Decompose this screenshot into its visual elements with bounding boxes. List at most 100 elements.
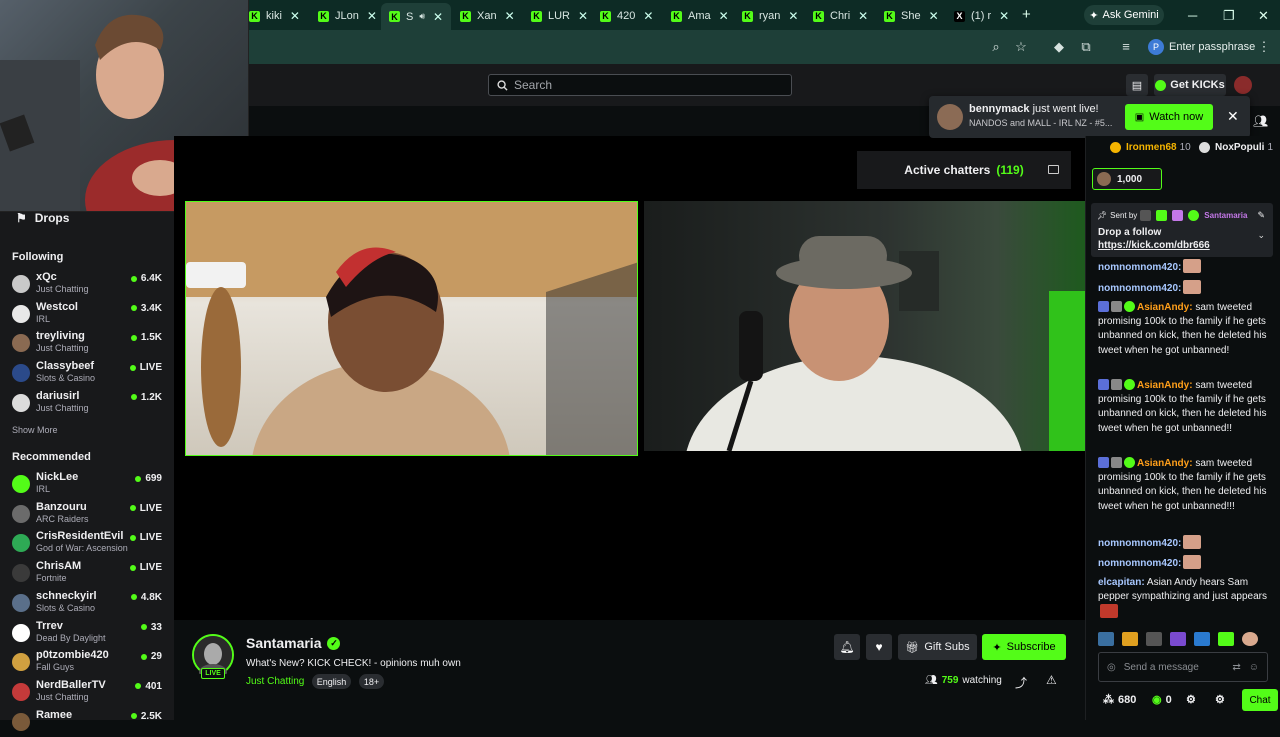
chat-username[interactable]: nomnomnom420: xyxy=(1098,262,1181,273)
top-gifter-2[interactable]: NoxPopuli 1 xyxy=(1199,142,1273,153)
gift-subs-button[interactable]: 🎁︎ Gift Subs xyxy=(898,634,977,660)
browser-tab[interactable]: K JLon ✕ xyxy=(318,5,377,27)
browser-tab[interactable]: K LUR ✕ xyxy=(531,5,588,27)
browser-tab[interactable]: K Ama ✕ xyxy=(671,5,729,27)
pinned-link[interactable]: https://kick.com/dbr666 xyxy=(1098,240,1210,251)
sidebar-channel[interactable]: treyliving Just Chatting 1.5K xyxy=(12,330,162,358)
close-window-button[interactable]: ✕ xyxy=(1258,8,1269,24)
sidebar-channel[interactable]: Westcol IRL 3.4K xyxy=(12,301,162,329)
close-tab-icon[interactable]: ✕ xyxy=(578,9,588,23)
sidebar-channel[interactable]: ChrisAM Fortnite LIVE xyxy=(12,560,162,588)
store-button[interactable]: ▤ xyxy=(1126,74,1148,96)
close-tab-icon[interactable]: ✕ xyxy=(858,9,868,23)
streamer-name[interactable]: Santamaria ✓ xyxy=(246,635,341,651)
minimize-window-button[interactable]: ─ xyxy=(1188,8,1197,23)
bookmark-star-icon[interactable]: ☆ xyxy=(1013,39,1029,55)
follow-heart-button[interactable]: ♥ xyxy=(866,634,892,660)
sidebar-channel[interactable]: NerdBallerTV Just Chatting 401 xyxy=(12,679,162,707)
emote-icon[interactable] xyxy=(1146,632,1162,646)
emote-icon[interactable] xyxy=(1170,632,1186,646)
chat-settings-gear[interactable]: ⚙ xyxy=(1186,693,1196,706)
chat-username[interactable]: AsianAndy: xyxy=(1137,302,1193,313)
close-notification-icon[interactable]: ✕ xyxy=(1227,108,1239,125)
sidebar-channel[interactable]: Banzouru ARC Raiders LIVE xyxy=(12,501,162,529)
sidebar-channel[interactable]: Ramee 2.5K xyxy=(12,709,162,737)
browser-tab[interactable]: K Chri ✕ xyxy=(813,5,868,27)
kicks-gift-pill[interactable]: 1,000 xyxy=(1092,168,1162,190)
browser-menu-icon[interactable]: ⋮ xyxy=(1256,39,1272,55)
show-more-link[interactable]: Show More xyxy=(12,425,58,435)
chat-username[interactable]: nomnomnom420: xyxy=(1098,558,1181,569)
chat-username[interactable]: elcapitan: xyxy=(1098,577,1145,588)
passphrase-button[interactable]: P Enter passphrase xyxy=(1148,37,1255,57)
share-icon[interactable]: ⤴ xyxy=(1015,674,1027,691)
tag-mature[interactable]: 18+ xyxy=(359,674,384,689)
audio-icon[interactable]: 🔊︎ xyxy=(419,11,425,22)
chat-settings-icon[interactable]: ◎ xyxy=(1107,662,1116,673)
tag-language[interactable]: English xyxy=(312,674,351,689)
close-tab-icon[interactable]: ✕ xyxy=(719,9,729,23)
notifications-bell-button[interactable]: 🔔︎ xyxy=(834,634,860,660)
subscribe-button[interactable]: ✦ Subscribe xyxy=(982,634,1066,660)
ask-gemini-button[interactable]: ✦ Ask Gemini xyxy=(1084,5,1164,25)
top-gifter-1[interactable]: Ironmen68 10 xyxy=(1110,142,1191,153)
pinned-message[interactable]: 📌︎ Sent by Santamaria Drop a follow https:… xyxy=(1091,203,1273,257)
sidebar-channel[interactable]: Trrev Dead By Daylight 33 xyxy=(12,620,162,648)
browser-tab[interactable]: Kkiki ✕ xyxy=(249,5,300,27)
search-input[interactable]: Search xyxy=(488,74,792,96)
sidebar-item-drops[interactable]: ⚑ Drops xyxy=(16,211,69,225)
close-tab-icon[interactable]: ✕ xyxy=(929,9,939,23)
browser-tab[interactable]: K S 🔊︎ ✕ xyxy=(381,3,452,30)
chat-send-button[interactable]: Chat xyxy=(1242,689,1278,711)
watch-now-button[interactable]: ▣ Watch now xyxy=(1125,104,1213,130)
close-tab-icon[interactable]: ✕ xyxy=(999,9,1009,23)
browser-tab[interactable]: K Xan ✕ xyxy=(460,5,515,27)
close-tab-icon[interactable]: ✕ xyxy=(643,9,653,23)
chat-username[interactable]: AsianAndy: xyxy=(1137,380,1193,391)
sidebar-channel[interactable]: dariusirl Just Chatting 1.2K xyxy=(12,390,162,418)
chevron-down-icon[interactable]: ⌄ xyxy=(1257,230,1265,241)
emote-icon[interactable] xyxy=(1122,632,1138,646)
emote-icon[interactable] xyxy=(1242,632,1258,646)
sidebar-channel[interactable]: Classybeef Slots & Casino LIVE xyxy=(12,360,162,388)
chat-username[interactable]: AsianAndy: xyxy=(1137,458,1193,469)
new-tab-button[interactable]: + xyxy=(1022,6,1031,23)
sidebar-channel[interactable]: p0tzombie420 Fall Guys 29 xyxy=(12,649,162,677)
browser-tab[interactable]: K She ✕ xyxy=(884,5,939,27)
active-chatters-panel[interactable]: Active chatters (119) xyxy=(857,151,1071,189)
sidebar-channel[interactable]: NickLee IRL 699 xyxy=(12,471,162,499)
chat-tools-gear[interactable]: ⚙ xyxy=(1215,693,1225,706)
stream-category-link[interactable]: Just Chatting xyxy=(246,676,304,687)
close-tab-icon[interactable]: ✕ xyxy=(367,9,377,23)
emoji-icon[interactable]: ☺ xyxy=(1249,662,1259,673)
chat-username[interactable]: nomnomnom420: xyxy=(1098,538,1181,549)
translate-icon[interactable]: ⇄ xyxy=(1232,662,1240,673)
close-tab-icon[interactable]: ✕ xyxy=(788,9,798,23)
close-tab-icon[interactable]: ✕ xyxy=(505,9,515,23)
kicks-balance[interactable]: ⁂ 680 xyxy=(1103,693,1136,707)
close-tab-icon[interactable]: ✕ xyxy=(290,9,300,23)
report-icon[interactable]: ⚠ xyxy=(1046,673,1057,687)
browser-tab[interactable]: K 420 ✕ xyxy=(600,5,653,27)
sidebar-channel[interactable]: schneckyirl Slots & Casino 4.8K xyxy=(12,590,162,618)
sidebar-channel[interactable]: CrisResidentEvil God of War: Ascension LIV… xyxy=(12,530,162,558)
extensions-puzzle-icon[interactable]: ⧉ xyxy=(1078,39,1094,55)
chat-username[interactable]: nomnomnom420: xyxy=(1098,283,1181,294)
popout-icon[interactable] xyxy=(1048,165,1059,174)
chat-users-icon[interactable]: 👥︎ xyxy=(1253,114,1268,128)
emote-icon[interactable] xyxy=(1218,632,1234,646)
restore-window-button[interactable]: ❐ xyxy=(1223,8,1235,24)
close-tab-icon[interactable]: ✕ xyxy=(433,10,443,24)
zoom-icon[interactable]: ⌕ xyxy=(988,39,1004,55)
media-queue-icon[interactable]: ≡ xyxy=(1118,39,1134,55)
browser-tab[interactable]: X (1) r ✕ xyxy=(954,5,1009,27)
chat-message-input[interactable]: ◎ Send a message ⇄ ☺ xyxy=(1098,652,1268,682)
sidebar-channel[interactable]: xQc Just Chatting 6.4K xyxy=(12,271,162,299)
browser-tab[interactable]: Kryan ✕ xyxy=(742,5,798,27)
get-kicks-button[interactable]: Get KICKs xyxy=(1154,74,1226,96)
user-avatar[interactable] xyxy=(1234,76,1252,94)
coin-balance[interactable]: ◉ 0 xyxy=(1152,693,1172,707)
emote-icon[interactable] xyxy=(1194,632,1210,646)
unpin-icon[interactable]: ✎ xyxy=(1257,210,1265,221)
emote-icon[interactable] xyxy=(1098,632,1114,646)
